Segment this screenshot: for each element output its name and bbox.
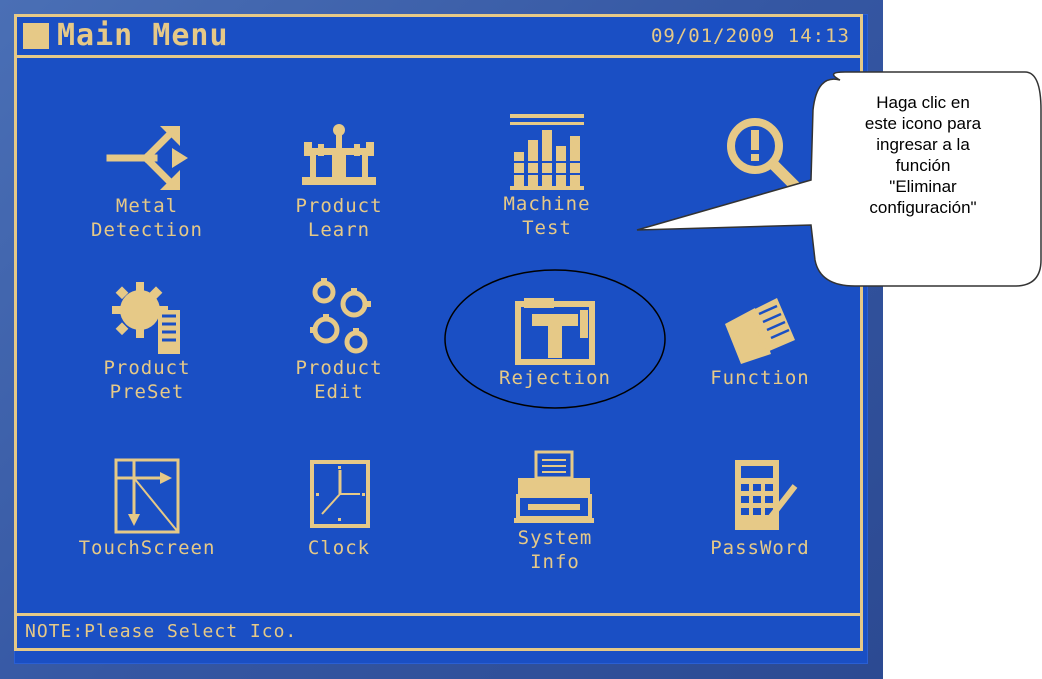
menu-item-clock[interactable]: Clock <box>244 456 434 560</box>
menu-item-label: Product PreSet <box>103 357 191 403</box>
menu-item-label: Product Edit <box>295 357 383 403</box>
menu-item-function[interactable]: Function <box>665 294 855 390</box>
menu-item-label: TouchScreen <box>78 537 216 559</box>
menu-item-metal-detection[interactable]: Metal Detection <box>52 122 242 242</box>
menu-item-label: PassWord <box>710 537 810 559</box>
menu-item-label: Metal Detection <box>91 195 203 241</box>
page-title: Main Menu <box>57 18 229 53</box>
title-square-icon <box>23 23 49 49</box>
menu-item-label: Product Learn <box>295 195 383 241</box>
menu-item-touchscreen[interactable]: TouchScreen <box>52 456 242 560</box>
clock-icon <box>310 460 370 528</box>
datetime-display: 09/01/2009 14:13 <box>650 25 850 47</box>
toolbox-icon <box>515 298 595 365</box>
menu-item-product-preset[interactable]: Product PreSet <box>52 280 242 404</box>
title-bar: Main Menu 09/01/2009 14:13 <box>14 14 863 58</box>
bar-graph-icon <box>510 114 584 190</box>
status-note-bar: NOTE:Please Select Ico. <box>14 613 863 651</box>
menu-item-label: Machine Test <box>503 193 591 239</box>
documents-icon <box>725 298 795 364</box>
calculator-pen-icon <box>735 460 798 530</box>
arrow-split-icon <box>106 126 188 190</box>
menu-item-product-edit[interactable]: Product Edit <box>244 276 434 404</box>
menu-item-product-learn[interactable]: Product Learn <box>244 122 434 242</box>
callout-text: Haga clic en este icono para ingresar a … <box>864 93 982 217</box>
gears-icon <box>310 278 371 354</box>
menu-item-password[interactable]: PassWord <box>665 456 855 560</box>
touchscreen-calibrate-icon <box>114 458 180 534</box>
menu-item-label: Rejection <box>499 367 611 389</box>
preset-gear-icon <box>112 282 180 354</box>
menu-item-label: Clock <box>307 537 371 559</box>
status-note-text: NOTE:Please Select Ico. <box>25 621 298 642</box>
menu-item-rejection[interactable]: Rejection <box>460 294 650 390</box>
menu-item-machine-test[interactable]: Machine Test <box>452 112 642 240</box>
menu-item-system-info[interactable]: System Info <box>460 448 650 574</box>
menu-item-label: Function <box>710 367 810 389</box>
printer-icon <box>514 450 594 523</box>
scale-icon <box>302 124 376 185</box>
menu-item-label: System Info <box>517 527 593 573</box>
